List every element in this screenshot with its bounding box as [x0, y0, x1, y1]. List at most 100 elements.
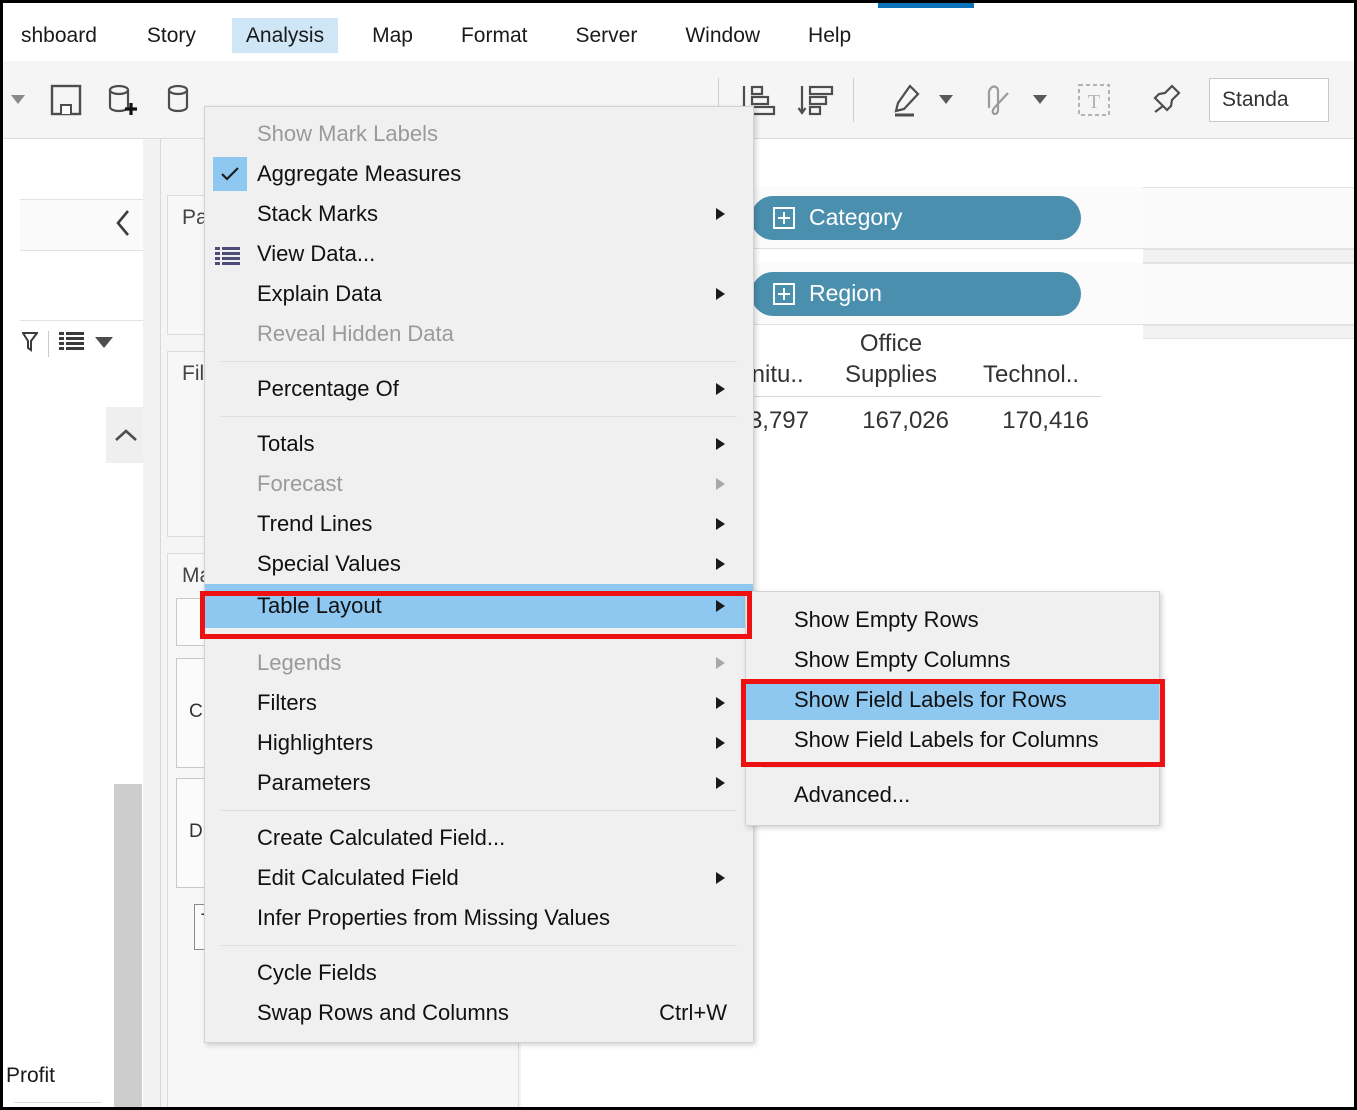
menu-item-legends[interactable]: Legends [205, 643, 753, 683]
menu-item-label: Filters [257, 690, 317, 715]
submenu-item-label: Show Empty Columns [794, 647, 1011, 672]
sort-descending-icon[interactable] [786, 70, 844, 130]
menu-item-label: Create Calculated Field... [257, 825, 506, 850]
crosstab-header-line1: Office [859, 330, 923, 357]
chevron-right-icon [716, 737, 725, 749]
menu-item-label: Reveal Hidden Data [257, 321, 454, 346]
menu-item-label: Table Layout [257, 593, 382, 618]
menu-format[interactable]: Format [447, 18, 542, 53]
data-pane-search-area [20, 251, 146, 321]
active-tab-accent [878, 3, 974, 8]
chevron-left-icon[interactable] [113, 208, 133, 243]
menu-story-label: Story [146, 23, 196, 47]
data-pane-toolrow [20, 321, 146, 367]
menu-item-trend-lines[interactable]: Trend Lines [205, 504, 753, 544]
menu-item-create-calculated-field[interactable]: Create Calculated Field... [205, 818, 753, 858]
table-layout-submenu[interactable]: Show Empty Rows Show Empty Columns Show … [745, 591, 1160, 826]
menu-window[interactable]: Window [671, 18, 774, 53]
tableau-window: shboard Story Analysis Map Format Server… [0, 0, 1357, 1110]
connect-data-icon[interactable] [153, 70, 211, 130]
pill-category[interactable]: Category [751, 195, 1081, 240]
pane-gutter [143, 139, 161, 1107]
menu-item-swap-rows-and-columns[interactable]: Swap Rows and Columns Ctrl+W [205, 993, 753, 1033]
chevron-right-icon [716, 518, 725, 530]
toolbar-caret-down-icon[interactable] [7, 70, 29, 130]
menu-item-table-layout[interactable]: Table Layout [205, 584, 753, 628]
data-pane-caret-down-icon[interactable] [95, 335, 113, 353]
menu-dashboard[interactable]: shboard [7, 18, 111, 53]
menu-item-forecast[interactable]: Forecast [205, 464, 753, 504]
paperclip-icon[interactable] [971, 70, 1029, 130]
crosstab-header-cell: Office Supplies [821, 329, 961, 390]
submenu-item-advanced[interactable]: Advanced... [746, 775, 1159, 815]
menu-format-label: Format [460, 23, 528, 47]
menu-item-label: Special Values [257, 551, 401, 576]
menu-item-special-values[interactable]: Special Values [205, 544, 753, 584]
pill-category-label: Category [809, 204, 903, 230]
menu-item-filters[interactable]: Filters [205, 683, 753, 723]
menu-item-edit-calculated-field[interactable]: Edit Calculated Field [205, 858, 753, 898]
highlighter-caret-down-icon[interactable] [935, 70, 957, 130]
checkmark-icon [213, 157, 247, 191]
submenu-item-show-field-labels-for-rows[interactable]: Show Field Labels for Rows [746, 680, 1159, 720]
menu-help[interactable]: Help [794, 18, 865, 53]
crosstab-cell: 167,026 [862, 407, 949, 435]
menu-item-aggregate-measures[interactable]: Aggregate Measures [205, 154, 753, 194]
menu-item-label: Trend Lines [257, 511, 373, 536]
menu-item-label: Aggregate Measures [257, 161, 462, 186]
menu-item-highlighters[interactable]: Highlighters [205, 723, 753, 763]
expand-plus-icon[interactable] [773, 282, 795, 305]
highlighter-icon[interactable] [877, 70, 935, 130]
menu-server[interactable]: Server [561, 18, 651, 53]
menu-item-percentage-of[interactable]: Percentage Of [205, 369, 753, 409]
menu-item-label: Stack Marks [257, 201, 379, 226]
menu-item-explain-data[interactable]: Explain Data [205, 274, 753, 314]
data-pane-scroll-up[interactable] [106, 407, 146, 463]
menu-item-label: Explain Data [257, 281, 382, 306]
menu-story[interactable]: Story [133, 18, 210, 53]
submenu-item-show-field-labels-for-columns[interactable]: Show Field Labels for Columns [746, 720, 1159, 760]
menu-item-infer-properties[interactable]: Infer Properties from Missing Values [205, 898, 753, 938]
menu-map-label: Map [372, 23, 413, 47]
menu-item-label: Legends [257, 650, 342, 675]
menu-item-totals[interactable]: Totals [205, 424, 753, 464]
submenu-item-label: Show Empty Rows [794, 607, 979, 632]
submenu-item-show-empty-rows[interactable]: Show Empty Rows [746, 600, 1159, 640]
data-pane-scrollbar-thumb[interactable] [114, 784, 142, 1107]
menu-separator [221, 635, 737, 636]
submenu-item-show-empty-columns[interactable]: Show Empty Columns [746, 640, 1159, 680]
chevron-right-icon [716, 600, 725, 612]
menu-item-stack-marks[interactable]: Stack Marks [205, 194, 753, 234]
funnel-icon[interactable] [21, 331, 39, 358]
menu-item-cycle-fields[interactable]: Cycle Fields [205, 953, 753, 993]
crosstab-header-line2: Technol.. [982, 360, 1080, 388]
chevron-right-icon [716, 777, 725, 789]
crosstab-header-line2: Supplies [844, 360, 938, 388]
grid-icon[interactable] [59, 331, 85, 358]
menu-item-view-data[interactable]: View Data... [205, 234, 753, 274]
menu-separator [221, 810, 737, 811]
save-icon[interactable] [37, 70, 95, 130]
pill-region[interactable]: Region [751, 271, 1081, 316]
toolbar-separator-2 [853, 77, 854, 122]
menu-item-parameters[interactable]: Parameters [205, 763, 753, 803]
submenu-item-label: Advanced... [794, 782, 911, 807]
chevron-right-icon [716, 438, 725, 450]
expand-plus-icon[interactable] [773, 206, 795, 229]
menu-item-reveal-hidden-data[interactable]: Reveal Hidden Data [205, 314, 753, 354]
analysis-dropdown-menu[interactable]: Show Mark Labels Aggregate Measures Stac… [204, 106, 754, 1043]
fit-select[interactable]: Standa [1209, 77, 1329, 122]
measure-profit-label[interactable]: Profit [6, 1064, 104, 1088]
pill-region-label: Region [809, 280, 882, 306]
new-data-source-icon[interactable] [95, 70, 153, 130]
menu-analysis[interactable]: Analysis [231, 17, 339, 53]
pin-icon[interactable] [1137, 70, 1195, 130]
paperclip-caret-down-icon[interactable] [1029, 70, 1051, 130]
menu-item-label: Swap Rows and Columns [257, 1000, 509, 1025]
text-box-icon[interactable]: T [1065, 70, 1123, 130]
menu-map[interactable]: Map [358, 18, 427, 53]
menu-item-show-mark-labels[interactable]: Show Mark Labels [205, 114, 753, 154]
menu-item-label: View Data... [257, 241, 376, 266]
grid-icon [215, 245, 243, 265]
submenu-item-label: Show Field Labels for Columns [794, 727, 1099, 752]
